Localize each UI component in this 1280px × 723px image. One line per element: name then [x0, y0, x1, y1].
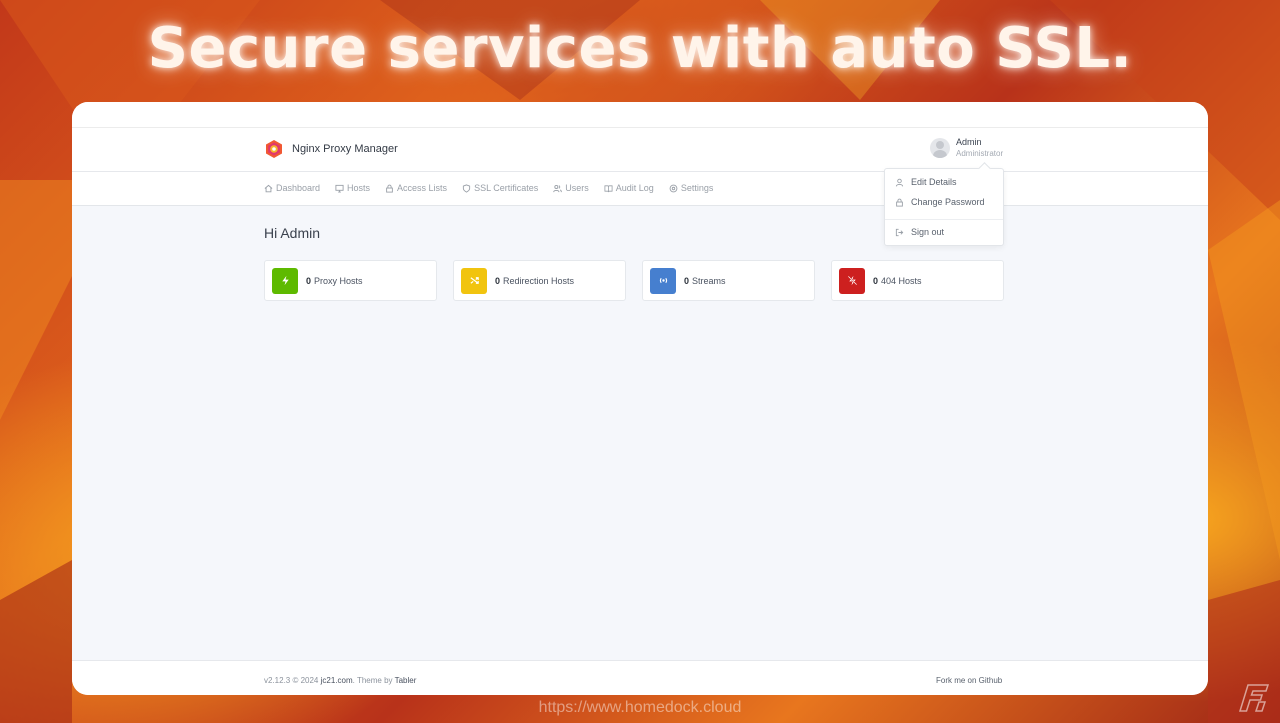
homedock-logo-icon [1238, 684, 1270, 712]
zap-off-icon [839, 267, 865, 294]
avatar [930, 138, 950, 158]
footer-credits: v2.12.3 © 2024 jc21.com. Theme by Tabler [264, 676, 416, 685]
shield-icon [462, 183, 471, 193]
nav-item-hosts[interactable]: Hosts [335, 183, 370, 193]
nav-item-label: Settings [680, 183, 714, 193]
app-name: Nginx Proxy Manager [292, 143, 398, 155]
card-streams[interactable]: 0 Streams [642, 260, 815, 301]
menu-divider [885, 219, 1003, 220]
page-greeting: Hi Admin [264, 225, 321, 241]
home-icon [264, 184, 273, 192]
menu-item-label: Change Password [911, 197, 985, 207]
card-count: 0 [306, 275, 312, 286]
nav-item-label: Access Lists [397, 183, 448, 193]
stats-cards: 0 Proxy Hosts 0 Redirection Hosts 0 Streams… [264, 260, 1004, 301]
shuffle-icon [461, 267, 487, 294]
watermark-url: https://www.homedock.cloud [538, 699, 742, 716]
nav-item-label: SSL Certificates [474, 183, 539, 193]
nginx-proxy-manager-logo-icon [266, 140, 282, 158]
github-link[interactable]: Fork me on Github [936, 676, 1002, 685]
lock-icon [386, 184, 393, 193]
card-label: 404 Hosts [881, 275, 922, 286]
card-count: 0 [873, 275, 879, 286]
menu-item-label: Edit Details [911, 177, 957, 187]
promo-banner-title: Secure services with auto SSL. [147, 16, 1133, 81]
nav-item-label: Users [565, 183, 589, 193]
nav-item-label: Dashboard [276, 183, 321, 193]
user-dropdown-menu: Edit Details Change Password Sign out [884, 168, 1004, 246]
user-name: Admin [956, 137, 982, 147]
card-count: 0 [495, 275, 501, 286]
log-out-icon [895, 228, 904, 236]
card-label: Redirection Hosts [503, 275, 575, 286]
footer-theme-prefix: . Theme by [352, 676, 393, 685]
footer-theme-link[interactable]: Tabler [395, 676, 417, 685]
nav-item-settings[interactable]: Settings [669, 183, 714, 193]
app-footer: v2.12.3 © 2024 jc21.com. Theme by Tabler… [72, 660, 1208, 695]
menu-item-change-password[interactable]: Change Password [895, 197, 985, 207]
nav-item-ssl-certificates[interactable]: SSL Certificates [462, 183, 538, 193]
menu-item-label: Sign out [911, 227, 945, 237]
monitor-icon [335, 184, 344, 193]
zap-icon [272, 267, 298, 294]
nav-item-label: Audit Log [615, 183, 654, 193]
nav-item-audit-log[interactable]: Audit Log [604, 183, 654, 193]
main-nav: Dashboard Hosts Access Lists SSL Certifi… [72, 172, 1208, 206]
lock-icon [896, 198, 903, 207]
footer-version: v2.12.3 © 2024 [264, 676, 319, 685]
user-icon [895, 178, 904, 186]
app-window: Nginx Proxy Manager Admin Administrator … [72, 102, 1208, 695]
user-menu-toggle[interactable]: Admin Administrator [930, 137, 1003, 159]
nav-item-access-lists[interactable]: Access Lists [385, 183, 447, 193]
user-role: Administrator [956, 149, 1004, 158]
card-label: Proxy Hosts [314, 275, 363, 286]
nav-item-users[interactable]: Users [553, 183, 589, 193]
menu-item-edit-details[interactable]: Edit Details [895, 177, 957, 187]
card-redirection-hosts[interactable]: 0 Redirection Hosts [453, 260, 626, 301]
book-icon [604, 184, 613, 192]
settings-icon [669, 184, 678, 192]
window-top-strip [72, 102, 1208, 128]
footer-site-link[interactable]: jc21.com [321, 676, 353, 685]
app-header: Nginx Proxy Manager Admin Administrator [72, 128, 1208, 172]
card-label: Streams [692, 275, 726, 286]
radio-icon [650, 267, 676, 294]
users-icon [553, 184, 563, 192]
card-proxy-hosts[interactable]: 0 Proxy Hosts [264, 260, 437, 301]
card-404-hosts[interactable]: 0 404 Hosts [831, 260, 1004, 301]
brand[interactable]: Nginx Proxy Manager [264, 139, 398, 159]
nav-item-label: Hosts [347, 183, 371, 193]
nav-item-dashboard[interactable]: Dashboard [264, 183, 320, 193]
card-count: 0 [684, 275, 690, 286]
menu-item-sign-out[interactable]: Sign out [895, 227, 944, 237]
